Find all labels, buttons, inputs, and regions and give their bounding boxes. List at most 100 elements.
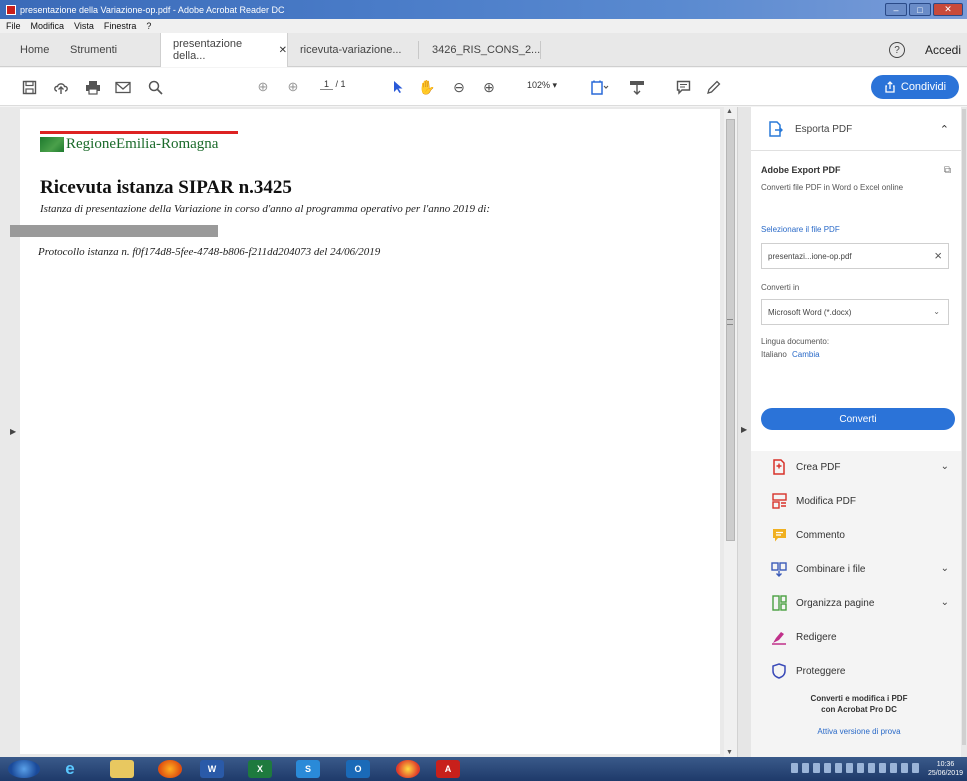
document-subtitle: Istanza di presentazione della Variazion…: [40, 203, 490, 215]
tray-icon[interactable]: [835, 763, 842, 773]
cloud-upload-icon[interactable]: [52, 77, 70, 97]
convert-button[interactable]: Converti: [761, 408, 955, 430]
tray-icon[interactable]: [846, 763, 853, 773]
tray-icon[interactable]: [890, 763, 897, 773]
tab-document-3-label: 3426_RIS_CONS_2...: [432, 44, 541, 56]
select-cursor-icon[interactable]: [390, 77, 406, 97]
help-circle-icon[interactable]: ?: [889, 42, 905, 58]
tab-document-3[interactable]: 3426_RIS_CONS_2...: [432, 33, 540, 67]
redact-icon: [771, 629, 787, 645]
tools-pane: Esporta PDF ⌃ Adobe Export PDF ⧉ Convert…: [751, 107, 967, 757]
zoom-level[interactable]: 102% ▾: [527, 80, 557, 91]
selected-file-name: presentazi...ione-op.pdf: [768, 252, 852, 261]
email-icon[interactable]: [114, 77, 132, 97]
word-icon[interactable]: W: [200, 760, 224, 778]
hand-tool-icon[interactable]: ✋: [418, 77, 436, 97]
tool-edit-pdf[interactable]: Modifica PDF: [751, 485, 967, 519]
tool-create-pdf[interactable]: Crea PDF ⌄: [751, 451, 967, 485]
minimize-icon[interactable]: –: [885, 3, 907, 16]
document-language-label: Lingua documento:: [761, 337, 830, 346]
chevron-down-icon[interactable]: ⌄: [941, 461, 949, 472]
collapse-pane-icon[interactable]: ▶: [741, 425, 747, 434]
right-pane-toggle[interactable]: ▶: [737, 107, 751, 757]
tray-icon[interactable]: [868, 763, 875, 773]
tray-icon[interactable]: [857, 763, 864, 773]
zoom-out-icon[interactable]: ⊖: [450, 77, 468, 97]
start-trial-link[interactable]: Attiva versione di prova: [751, 727, 967, 736]
firefox-icon[interactable]: [158, 760, 182, 778]
close-window-icon[interactable]: ✕: [933, 3, 963, 16]
menu-modifica[interactable]: Modifica: [31, 21, 65, 31]
chrome-icon[interactable]: [396, 760, 420, 778]
tab-tools[interactable]: Strumenti: [70, 33, 117, 67]
file-explorer-icon[interactable]: [110, 760, 134, 778]
tab-document-1[interactable]: presentazione della... ✕: [160, 33, 288, 67]
excel-icon[interactable]: X: [248, 760, 272, 778]
tray-icon[interactable]: [813, 763, 820, 773]
comment-icon: [771, 527, 787, 543]
scroll-up-icon[interactable]: ▲: [726, 108, 733, 115]
change-language-link[interactable]: Cambia: [792, 350, 820, 359]
scroll-down-icon[interactable]: ▼: [726, 749, 733, 756]
scroll-mode-icon[interactable]: [628, 77, 646, 97]
tray-icon[interactable]: [879, 763, 886, 773]
selected-file-field[interactable]: presentazi...ione-op.pdf ×: [761, 243, 949, 269]
comment-icon[interactable]: [674, 77, 692, 97]
menu-vista[interactable]: Vista: [74, 21, 94, 31]
tool-redact[interactable]: Redigere: [751, 621, 967, 655]
title-bar: presentazione della Variazione-op.pdf - …: [0, 0, 967, 19]
prev-page-icon[interactable]: ⊕: [254, 77, 272, 97]
convert-format-select[interactable]: Microsoft Word (*.docx) ⌄: [761, 299, 949, 325]
next-page-icon[interactable]: ⊕: [284, 77, 302, 97]
document-title: Ricevuta istanza SIPAR n.3425: [40, 177, 292, 198]
select-file-link[interactable]: Selezionare il file PDF: [761, 225, 840, 234]
tools-pane-scroll-thumb[interactable]: [962, 109, 966, 745]
tray-icon[interactable]: [791, 763, 798, 773]
tool-label: Redigere: [796, 632, 837, 643]
regione-logo: RegioneEmilia-Romagna: [40, 131, 238, 153]
menu-file[interactable]: File: [6, 21, 21, 31]
tray-icon[interactable]: [901, 763, 908, 773]
save-icon[interactable]: [20, 77, 38, 97]
copy-icon[interactable]: ⧉: [944, 165, 951, 176]
menu-help[interactable]: ?: [146, 21, 151, 31]
tab-document-2[interactable]: ricevuta-variazione...: [300, 33, 402, 67]
tab-close-icon[interactable]: ✕: [279, 45, 287, 56]
remove-file-icon[interactable]: ×: [934, 248, 942, 263]
tray-icon[interactable]: [824, 763, 831, 773]
chevron-up-icon[interactable]: ⌃: [940, 123, 949, 136]
left-panel-toggle-icon[interactable]: ▶: [10, 427, 16, 436]
acrobat-taskbar-icon[interactable]: A: [436, 760, 460, 778]
tools-pane-scrollbar[interactable]: [961, 107, 967, 757]
tool-combine-files[interactable]: Combinare i file ⌄: [751, 553, 967, 587]
signin-link[interactable]: Accedi: [925, 43, 961, 57]
page-input[interactable]: 1: [320, 79, 334, 90]
export-pdf-header[interactable]: Esporta PDF ⌃: [751, 107, 967, 151]
tray-icon[interactable]: [802, 763, 809, 773]
tool-comment[interactable]: Commento: [751, 519, 967, 553]
internet-explorer-icon[interactable]: e: [58, 759, 82, 778]
tool-organize-pages[interactable]: Organizza pagine ⌄: [751, 587, 967, 621]
combine-files-icon: [771, 561, 787, 577]
fit-page-icon[interactable]: [590, 77, 610, 97]
maximize-icon[interactable]: □: [909, 3, 931, 16]
skype-icon[interactable]: S: [296, 760, 320, 778]
zoom-in-icon[interactable]: ⊕: [480, 77, 498, 97]
outlook-icon[interactable]: O: [346, 760, 370, 778]
zoom-value: 102%: [527, 80, 551, 90]
tray-icon[interactable]: [912, 763, 919, 773]
tab-home[interactable]: Home: [20, 33, 49, 67]
tool-protect[interactable]: Proteggere: [751, 655, 967, 689]
document-scrollbar[interactable]: ▲ ▼: [724, 107, 737, 757]
print-icon[interactable]: [84, 77, 102, 97]
chevron-down-icon[interactable]: ⌄: [941, 597, 949, 608]
share-button[interactable]: Condividi: [871, 75, 959, 99]
search-icon[interactable]: [146, 77, 164, 97]
scrollbar-thumb[interactable]: [726, 119, 735, 541]
chevron-down-icon[interactable]: ⌄: [941, 563, 949, 574]
menu-finestra[interactable]: Finestra: [104, 21, 137, 31]
start-button-icon[interactable]: [8, 760, 40, 778]
protocol-line: Protocollo istanza n. f0f174d8-5fee-4748…: [38, 246, 381, 258]
pen-icon[interactable]: [704, 77, 722, 97]
system-clock[interactable]: 10:36 25/06/2019: [928, 760, 963, 778]
